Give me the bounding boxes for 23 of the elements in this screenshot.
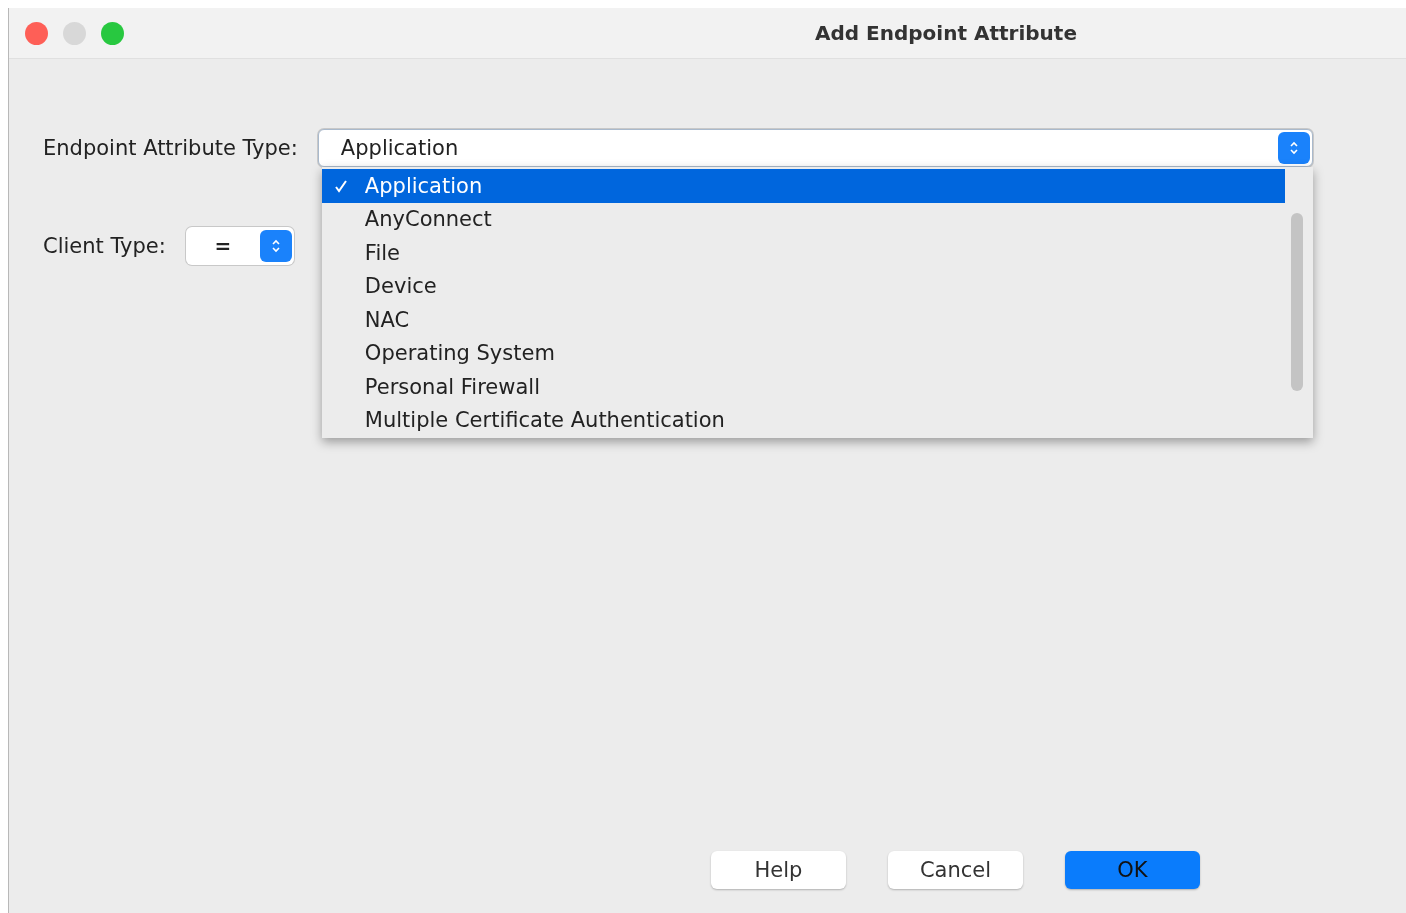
checkmark-icon bbox=[333, 178, 348, 193]
zoom-icon[interactable] bbox=[101, 21, 124, 45]
menu-item[interactable]: AnyConnect bbox=[321, 202, 1285, 236]
operator-select[interactable]: = bbox=[185, 227, 294, 265]
minimize-icon[interactable] bbox=[63, 21, 86, 45]
menu-item[interactable]: Application bbox=[321, 169, 1285, 203]
field-label: Client Type: bbox=[43, 234, 166, 258]
dialog-button[interactable]: Cancel bbox=[888, 851, 1023, 889]
stepper-icon bbox=[259, 230, 292, 262]
stepper-icon bbox=[1277, 132, 1310, 164]
menu-item[interactable]: Personal Firewall bbox=[321, 370, 1285, 404]
dialog-button[interactable]: Help bbox=[711, 851, 846, 889]
menu-item[interactable]: Operating System bbox=[321, 336, 1285, 370]
scrollbar-thumb[interactable] bbox=[1290, 213, 1303, 391]
menu-item[interactable]: Multiple Certificate Authentication bbox=[321, 403, 1285, 437]
close-icon[interactable] bbox=[25, 21, 48, 45]
menu-item[interactable]: Device bbox=[321, 269, 1285, 303]
menu-item[interactable]: File bbox=[321, 236, 1285, 270]
menu-item[interactable]: NAC bbox=[321, 303, 1285, 337]
ok-button[interactable]: OK bbox=[1065, 851, 1200, 889]
window-title: Add Endpoint Attribute bbox=[815, 21, 1077, 45]
attribute-type-select[interactable]: Application bbox=[317, 129, 1313, 167]
field-label: Endpoint Attribute Type: bbox=[43, 136, 298, 160]
